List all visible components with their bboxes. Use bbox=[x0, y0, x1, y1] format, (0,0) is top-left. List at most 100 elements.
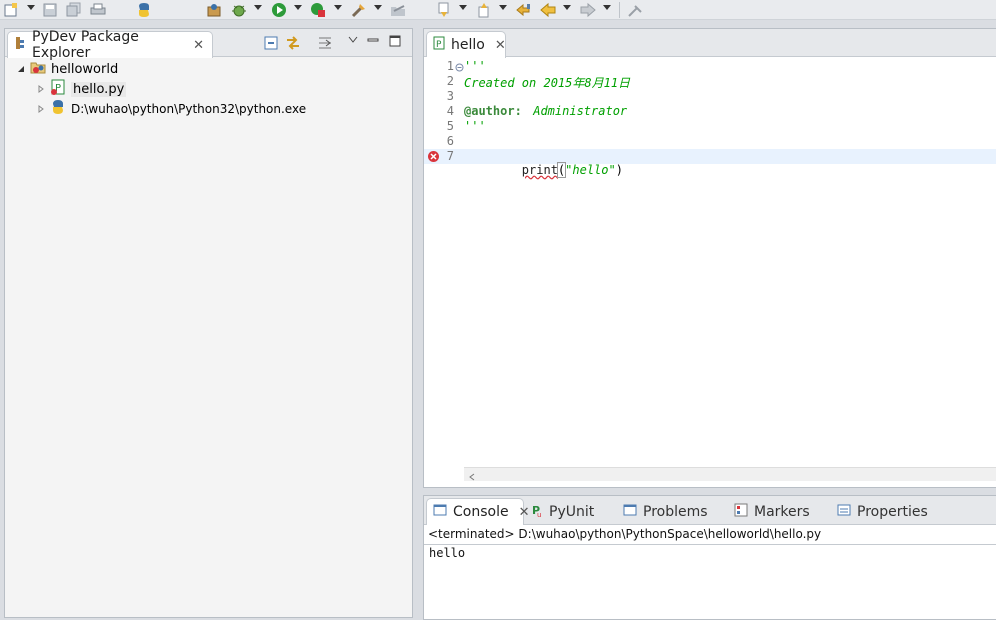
debug-icon[interactable] bbox=[231, 2, 247, 18]
properties-tab-label: Properties bbox=[857, 503, 928, 520]
string-literal: "hello" bbox=[565, 163, 616, 177]
toolbar-separator bbox=[619, 2, 620, 18]
python-icon[interactable] bbox=[136, 2, 152, 18]
code-line: 2 Created on 2015年8月11日 bbox=[424, 74, 996, 90]
fold-icon[interactable] bbox=[455, 61, 464, 75]
console-panel: Console ✕ Pu PyUnit Problems Markers Pro… bbox=[423, 495, 996, 620]
project-label: helloworld bbox=[51, 61, 119, 77]
line-number: 1 bbox=[446, 59, 454, 73]
svg-text:P: P bbox=[436, 40, 442, 50]
console-output[interactable]: hello bbox=[429, 546, 465, 560]
prev-annotation-icon[interactable] bbox=[476, 2, 492, 18]
code-line: 4 @author: Administrator bbox=[424, 104, 996, 119]
collapsed-arrow-icon[interactable] bbox=[37, 82, 45, 97]
pyunit-tab-label: PyUnit bbox=[549, 503, 595, 520]
run-icon[interactable] bbox=[271, 2, 287, 18]
console-divider bbox=[424, 544, 996, 545]
line-number: 7 bbox=[446, 149, 454, 163]
pyunit-icon: Pu bbox=[531, 503, 543, 521]
author-tag: @author: bbox=[464, 104, 522, 118]
properties-icon bbox=[837, 504, 851, 520]
scroll-left-icon[interactable] bbox=[468, 470, 476, 485]
problems-icon bbox=[623, 504, 637, 520]
package-explorer-panel: PyDev Package Explorer ✕ helloworld P he… bbox=[4, 28, 413, 618]
code-text: print("hello") bbox=[464, 149, 623, 191]
filter-icon[interactable] bbox=[317, 35, 333, 51]
collapsed-arrow-icon[interactable] bbox=[37, 102, 45, 117]
last-edit-icon[interactable] bbox=[515, 2, 531, 18]
svg-text:u: u bbox=[537, 511, 541, 517]
tab-console[interactable]: Console ✕ bbox=[426, 498, 529, 525]
save-all-icon[interactable] bbox=[66, 2, 82, 18]
python-file-icon: P bbox=[50, 79, 66, 99]
maximize-icon[interactable] bbox=[389, 33, 401, 49]
tab-package-explorer[interactable]: PyDev Package Explorer ✕ bbox=[7, 29, 213, 61]
author-name: Administrator bbox=[526, 104, 628, 118]
new-icon[interactable] bbox=[3, 2, 19, 18]
coverage-dropdown-icon[interactable] bbox=[334, 5, 342, 10]
horizontal-scrollbar[interactable] bbox=[464, 467, 996, 481]
code-line: 3 bbox=[424, 89, 996, 104]
code-line: 1 ''' bbox=[424, 59, 996, 74]
python-interpreter-icon bbox=[50, 99, 66, 119]
debug-dropdown-icon[interactable] bbox=[254, 5, 262, 10]
console-icon bbox=[433, 504, 447, 520]
forward-dropdown-icon[interactable] bbox=[603, 5, 611, 10]
back-icon[interactable] bbox=[540, 2, 556, 18]
line-number: 2 bbox=[446, 74, 454, 88]
problems-tab-label: Problems bbox=[643, 503, 708, 520]
open-icon[interactable] bbox=[390, 2, 406, 18]
close-icon[interactable]: ✕ bbox=[495, 38, 506, 53]
tree-item-project[interactable]: helloworld bbox=[17, 59, 118, 79]
tree-item-interpreter[interactable]: D:\wuhao\python\Python32\python.exe bbox=[37, 99, 306, 119]
tab-properties[interactable]: Properties bbox=[837, 498, 928, 525]
next-annotation-icon[interactable] bbox=[436, 2, 452, 18]
back-dropdown-icon[interactable] bbox=[563, 5, 571, 10]
external-tools-dropdown-icon[interactable] bbox=[374, 5, 382, 10]
package-icon[interactable] bbox=[206, 2, 222, 18]
package-explorer-title: PyDev Package Explorer bbox=[32, 29, 139, 61]
interpreter-label: D:\wuhao\python\Python32\python.exe bbox=[71, 102, 307, 116]
markers-tab-label: Markers bbox=[754, 503, 810, 520]
project-icon bbox=[30, 59, 46, 79]
collapse-all-icon[interactable] bbox=[264, 35, 278, 51]
close-icon[interactable]: ✕ bbox=[193, 38, 204, 53]
forward-icon[interactable] bbox=[580, 2, 596, 18]
file-label: hello.py bbox=[71, 81, 127, 97]
run-dropdown-icon[interactable] bbox=[294, 5, 302, 10]
line-number: 4 bbox=[446, 104, 454, 118]
coverage-icon[interactable] bbox=[310, 2, 326, 18]
next-annotation-dropdown-icon[interactable] bbox=[459, 5, 467, 10]
view-menu-icon[interactable] bbox=[348, 32, 358, 48]
new-dropdown-icon[interactable] bbox=[27, 5, 35, 10]
package-explorer-icon bbox=[14, 36, 26, 54]
paren-close: ) bbox=[615, 163, 623, 177]
tree-item-file[interactable]: P hello.py bbox=[37, 79, 127, 99]
main-toolbar bbox=[0, 0, 996, 20]
link-with-editor-icon[interactable] bbox=[285, 35, 301, 51]
code-line-current: 7 print("hello") bbox=[424, 149, 996, 178]
code-text: ''' bbox=[464, 59, 486, 73]
code-line: 6 bbox=[424, 134, 996, 149]
expanded-arrow-icon[interactable] bbox=[17, 62, 25, 77]
save-icon[interactable] bbox=[42, 2, 58, 18]
prev-annotation-dropdown-icon[interactable] bbox=[499, 5, 507, 10]
minimize-icon[interactable] bbox=[367, 32, 379, 48]
console-status: <terminated> D:\wuhao\python\PythonSpace… bbox=[428, 527, 822, 541]
tab-markers[interactable]: Markers bbox=[734, 498, 810, 525]
console-tab-label: Console bbox=[453, 504, 509, 520]
console-tabbar: Console ✕ Pu PyUnit Problems Markers Pro… bbox=[424, 496, 996, 525]
markers-icon bbox=[734, 503, 748, 521]
tab-problems[interactable]: Problems bbox=[623, 498, 708, 525]
tab-hello[interactable]: P hello ✕ bbox=[426, 31, 506, 58]
external-tools-icon[interactable] bbox=[351, 2, 367, 18]
editor-tabbar: P hello ✕ bbox=[424, 29, 996, 58]
editor-tab-label: hello bbox=[451, 37, 485, 53]
editor-panel: P hello ✕ 1 ''' 2 Created on 2015年8月11日 … bbox=[423, 28, 996, 488]
close-icon[interactable]: ✕ bbox=[519, 505, 530, 520]
print-icon[interactable] bbox=[90, 2, 106, 18]
line-number: 3 bbox=[446, 89, 454, 103]
tab-pyunit[interactable]: Pu PyUnit bbox=[531, 498, 594, 525]
pin-icon[interactable] bbox=[627, 2, 643, 18]
line-number: 6 bbox=[446, 134, 454, 148]
